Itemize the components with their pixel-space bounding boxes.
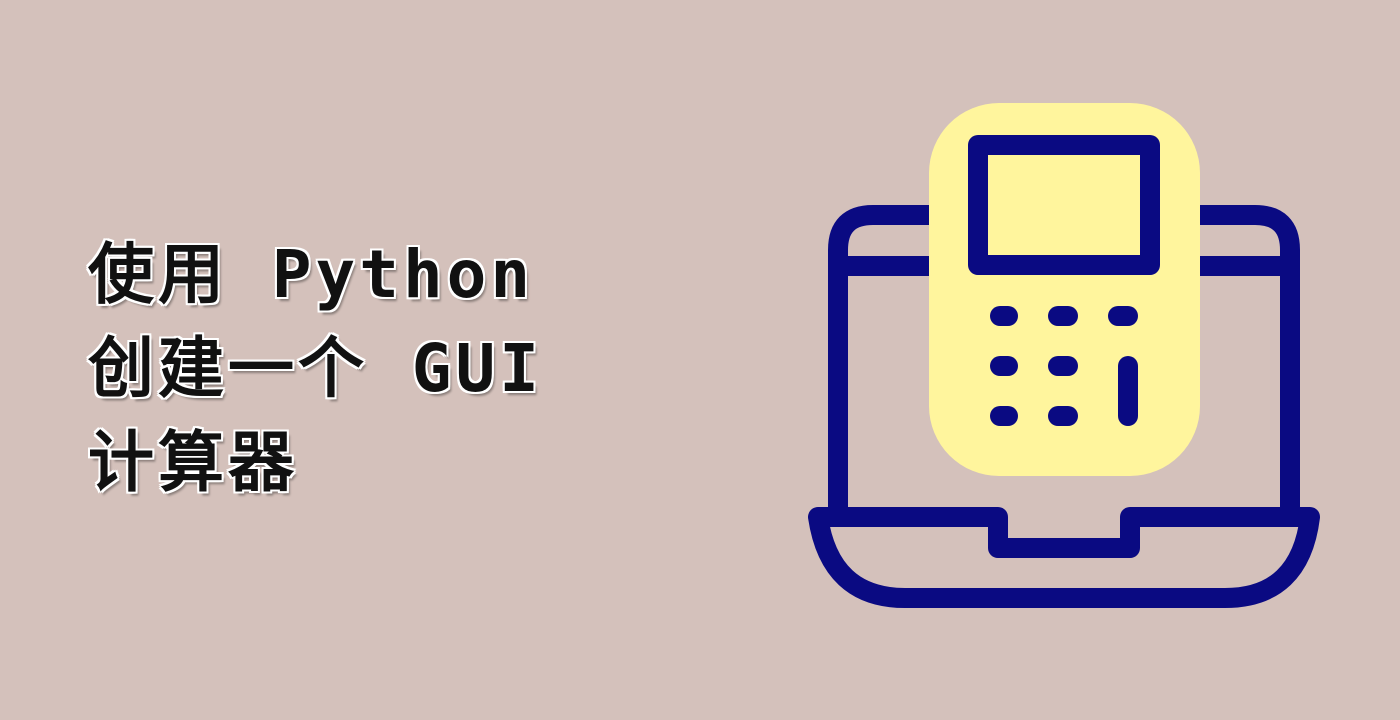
title-line-2: 创建一个 GUI bbox=[88, 330, 543, 407]
title-line-3: 计算器 bbox=[88, 424, 298, 501]
calculator-icon bbox=[929, 103, 1200, 476]
title-line-1: 使用 Python bbox=[88, 236, 535, 313]
page-title: 使用 Python 创建一个 GUI 计算器 bbox=[88, 228, 543, 510]
laptop-base bbox=[808, 507, 1320, 608]
laptop-calculator-icon bbox=[808, 103, 1320, 608]
